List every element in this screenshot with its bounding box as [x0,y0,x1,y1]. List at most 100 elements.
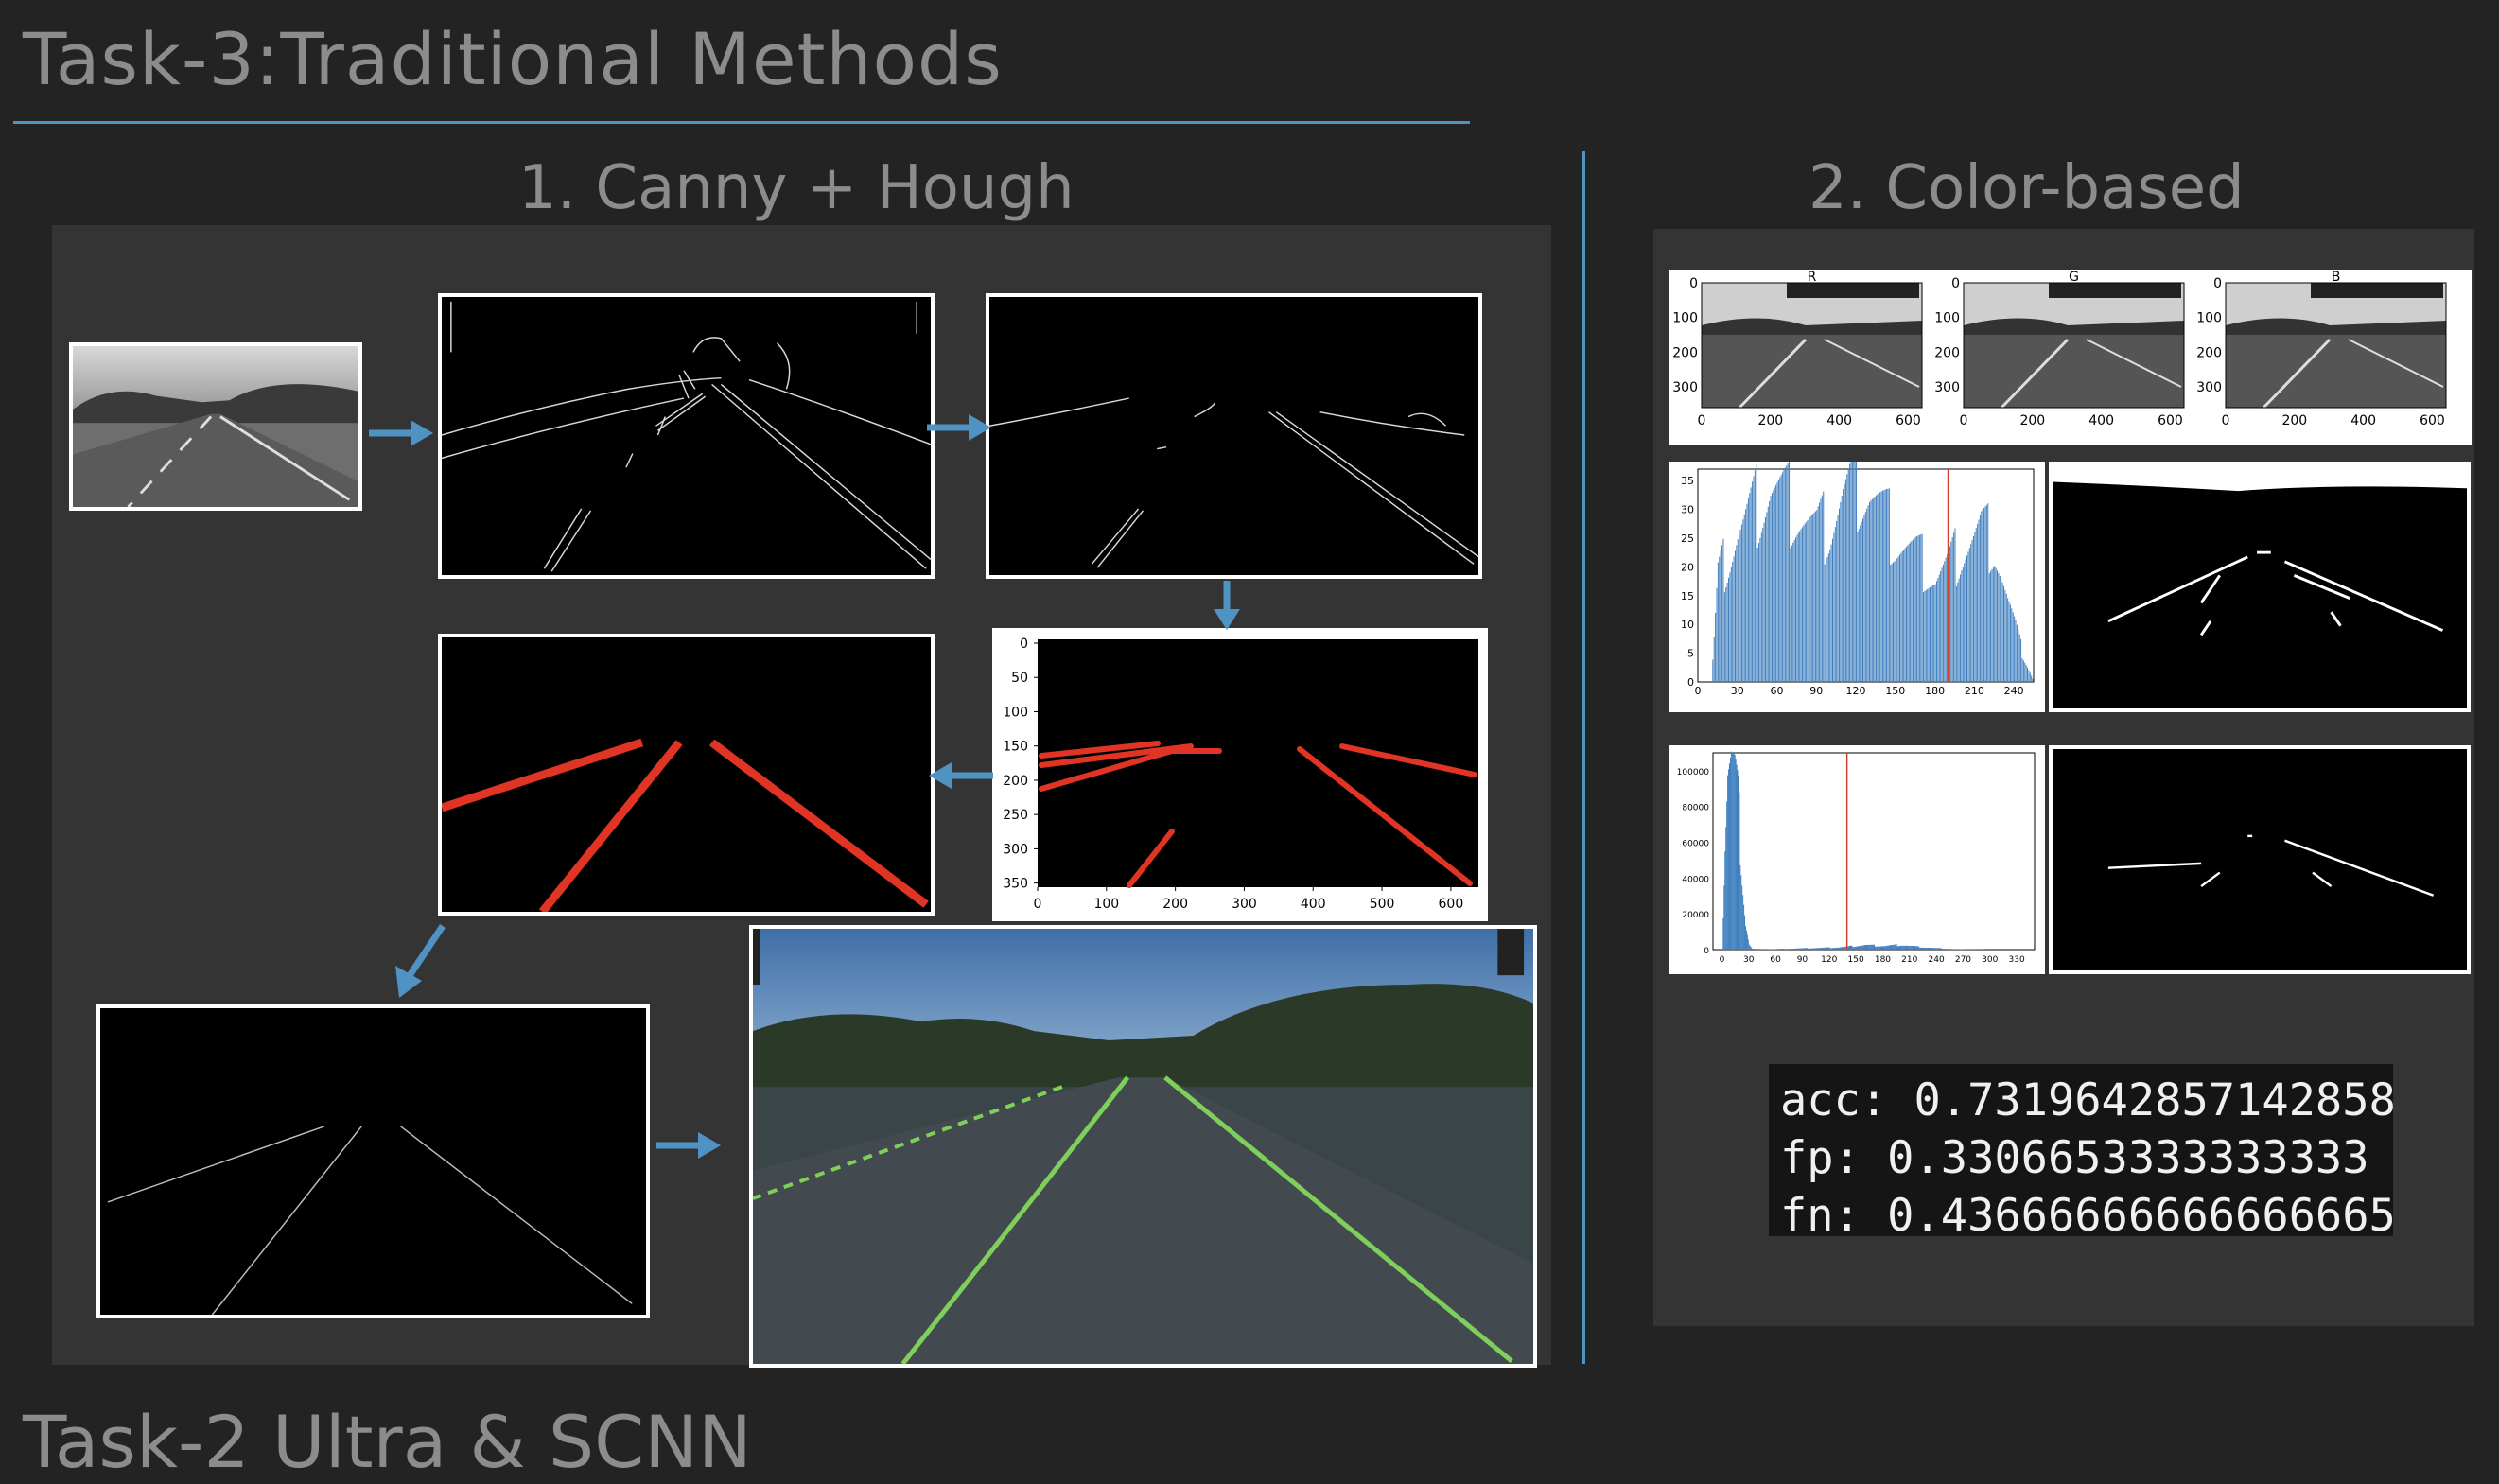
histogram-bar [2002,583,2003,682]
histogram-bar [1808,520,1809,682]
arrow-left-icon [927,757,995,794]
histogram-bar [1732,562,1733,682]
histogram-bar [1863,945,1864,950]
histogram-bar [1977,524,1978,682]
histogram-bar [1822,948,1823,950]
x-tick-label: 600 [1896,413,1921,428]
histogram-bar [1725,827,1726,950]
histogram-bar [1766,512,1767,682]
histogram-bar [1873,945,1874,950]
histogram-bar [1869,945,1870,950]
histogram-bar [1796,535,1797,682]
histogram-bar [1928,948,1929,950]
x-tick-label: 0 [1960,413,1968,428]
histogram-bar [1735,550,1736,682]
histogram-bar [1920,534,1921,682]
histogram-bar [1866,509,1867,682]
histogram-bar [1997,570,1998,682]
histogram-bar [1906,547,1907,682]
histogram-bar [1874,945,1875,950]
histogram-bar [1746,931,1747,950]
histogram-bar [2033,679,2034,682]
histogram-bar [1736,545,1737,682]
histogram-bar [1946,949,1947,950]
histogram-bar [1745,926,1746,950]
x-tick-label: 240 [2004,685,2024,697]
histogram-bar [1984,506,1985,682]
arrow-right-icon [655,1126,723,1164]
histogram-bar [1774,949,1775,950]
histogram-bar [1850,946,1851,950]
x-tick-label: 120 [1846,685,1866,697]
y-tick-label: 200 [2196,345,2222,360]
histogram-bar [1768,507,1769,682]
x-tick-label: 200 [2019,413,2045,428]
histogram-bar [1899,946,1900,950]
histogram-bar [1914,946,1915,950]
histogram-bar [1932,585,1933,682]
x-tick-label: 120 [1821,955,1837,965]
x-tick-label: 240 [1929,955,1945,965]
histogram-bar [1918,946,1919,950]
histogram-bar [1819,948,1820,950]
y-tick-label: 300 [1672,380,1698,395]
x-tick-label: 150 [1885,685,1905,697]
histogram-bar [1802,949,1803,950]
histogram-bar [1838,515,1839,682]
histogram-bar [1845,480,1846,682]
histogram-bar [1780,949,1781,950]
histogram-bar [1979,519,1980,682]
y-tick-label: 25 [1681,532,1694,545]
histogram-bar [1912,541,1913,682]
histogram-bar [1903,550,1904,682]
histogram-bar [1723,885,1724,950]
histogram-bar [1778,480,1779,682]
histogram-bar [1922,534,1923,682]
x-tick-label: 200 [1162,897,1188,912]
histogram-bar [1830,948,1831,950]
section-divider [1582,151,1585,1364]
histogram-bar [1876,496,1877,682]
histogram-bar [1883,946,1884,950]
histogram-bar [1892,564,1893,682]
histogram-bar [1990,571,1991,682]
histogram-bar [1727,583,1728,682]
histogram-bar [1904,946,1905,950]
color-based-heading: 2. Color-based [1809,153,2245,223]
histogram-bar [1956,586,1957,682]
y-tick-label: 200 [1003,774,1028,789]
histogram-bar [1791,949,1792,950]
histogram-bar [1907,946,1908,950]
histogram-bar [1910,542,1911,682]
histogram-bar [1930,948,1931,950]
histogram-bar [1936,581,1937,682]
histogram-bar [1811,515,1812,682]
histogram-bar [1813,949,1814,950]
histogram-bar [2000,576,2001,682]
histogram-bar [1871,945,1872,950]
histogram-bar [1783,949,1784,950]
y-tick-label: 200 [1672,345,1698,360]
histogram-bar [1998,573,1999,682]
histogram-bar [1832,948,1833,950]
histogram-bar [1898,946,1899,950]
histogram-bar [1942,949,1943,950]
histogram-bar [1805,948,1806,950]
histogram-bar [2003,586,2004,682]
histogram-bar [1752,481,1753,682]
histogram-bar [1900,946,1901,950]
histogram-bar [1765,517,1766,682]
histogram-bar [1777,482,1778,682]
histogram-bar [1964,563,1965,682]
histogram-bar [1951,949,1952,950]
histogram-bar [1976,528,1977,682]
histogram-bar [1943,565,1944,682]
histogram-bar [1829,947,1830,950]
histogram-bar [1954,528,1955,682]
y-tick-label: 5 [1687,648,1694,660]
histogram-bar [1898,556,1899,682]
histogram-bar [1933,585,1934,682]
histogram-bar [1898,946,1899,950]
histogram-bar [1784,949,1785,950]
histogram-bar [2010,605,2011,682]
